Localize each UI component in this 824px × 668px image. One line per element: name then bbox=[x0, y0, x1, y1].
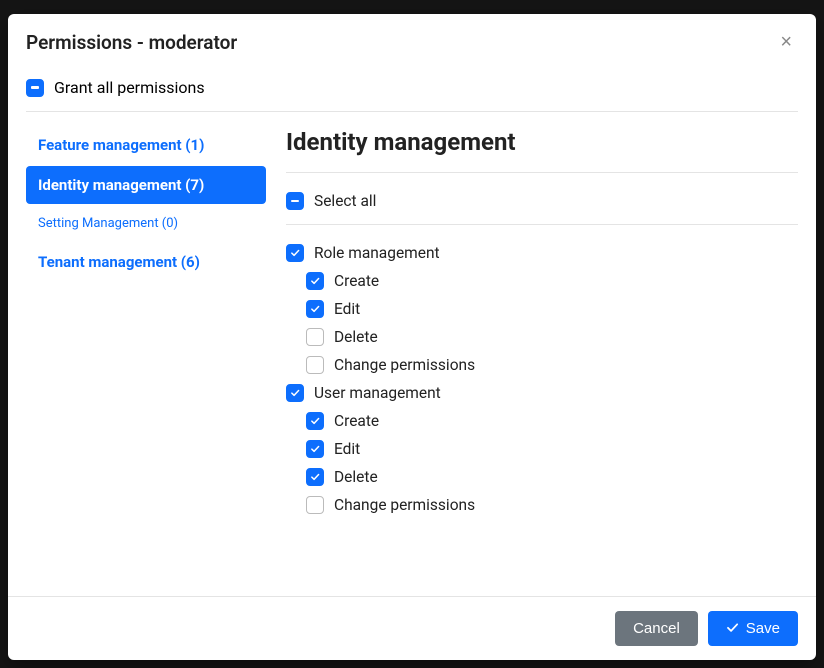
permission-child-row: Delete bbox=[286, 463, 798, 491]
permission-label: Delete bbox=[334, 468, 378, 486]
close-button[interactable]: × bbox=[774, 30, 798, 54]
permission-label: Create bbox=[334, 412, 379, 430]
permission-label: Change permissions bbox=[334, 496, 475, 514]
permission-child-row: Create bbox=[286, 267, 798, 295]
modal-body: Grant all permissions Feature management… bbox=[8, 68, 816, 596]
cancel-button[interactable]: Cancel bbox=[615, 611, 698, 646]
permission-child-row: Delete bbox=[286, 323, 798, 351]
grant-all-checkbox[interactable] bbox=[26, 79, 44, 97]
permission-checkbox[interactable] bbox=[306, 412, 324, 430]
tab-label: Setting Management (0) bbox=[38, 216, 178, 231]
modal-footer: Cancel Save bbox=[8, 596, 816, 660]
check-icon bbox=[726, 622, 740, 636]
permission-child-row: Edit bbox=[286, 435, 798, 463]
tab-item[interactable]: Setting Management (0) bbox=[26, 206, 266, 241]
permission-checkbox[interactable] bbox=[306, 356, 324, 374]
tab-item[interactable]: Feature management (1) bbox=[26, 126, 266, 164]
permission-child-row: Change permissions bbox=[286, 491, 798, 519]
select-all-row: Select all bbox=[286, 187, 798, 224]
tabs-sidebar: Feature management (1) Identity managemen… bbox=[26, 126, 266, 519]
modal-header: Permissions - moderator × bbox=[8, 14, 816, 68]
divider bbox=[286, 172, 798, 173]
permission-group-row: User management bbox=[286, 379, 798, 407]
select-all-checkbox[interactable] bbox=[286, 192, 304, 210]
permission-groups: Role management Create Edit Delete Change pe… bbox=[286, 239, 798, 519]
permission-child-row: Create bbox=[286, 407, 798, 435]
divider bbox=[286, 224, 798, 225]
permission-checkbox[interactable] bbox=[306, 328, 324, 346]
permission-label: Edit bbox=[334, 300, 360, 318]
permission-label: Change permissions bbox=[334, 356, 475, 374]
permission-label: Edit bbox=[334, 440, 360, 458]
permission-checkbox[interactable] bbox=[306, 496, 324, 514]
permission-checkbox[interactable] bbox=[306, 300, 324, 318]
modal-title: Permissions - moderator bbox=[26, 31, 237, 54]
permission-checkbox[interactable] bbox=[286, 384, 304, 402]
tab-item[interactable]: Identity management (7) bbox=[26, 166, 266, 204]
grant-all-label: Grant all permissions bbox=[54, 78, 205, 97]
tab-label: Feature management (1) bbox=[38, 136, 204, 154]
permission-group-row: Role management bbox=[286, 239, 798, 267]
permission-child-row: Change permissions bbox=[286, 351, 798, 379]
select-all-label: Select all bbox=[314, 192, 376, 210]
tab-item[interactable]: Tenant management (6) bbox=[26, 243, 266, 281]
permission-child-row: Edit bbox=[286, 295, 798, 323]
tab-label: Identity management (7) bbox=[38, 176, 204, 194]
save-label: Save bbox=[746, 620, 780, 637]
cancel-label: Cancel bbox=[633, 620, 680, 637]
close-icon: × bbox=[780, 31, 792, 53]
permission-label: Role management bbox=[314, 244, 440, 262]
permission-checkbox[interactable] bbox=[306, 440, 324, 458]
permission-label: User management bbox=[314, 384, 441, 402]
permission-checkbox[interactable] bbox=[306, 272, 324, 290]
tab-label: Tenant management (6) bbox=[38, 253, 200, 271]
permission-checkbox[interactable] bbox=[286, 244, 304, 262]
permission-label: Create bbox=[334, 272, 379, 290]
permissions-panel: Identity management Select all Role mana… bbox=[286, 126, 798, 519]
permission-label: Delete bbox=[334, 328, 378, 346]
permission-checkbox[interactable] bbox=[306, 468, 324, 486]
save-button[interactable]: Save bbox=[708, 611, 798, 646]
grant-all-row: Grant all permissions bbox=[26, 78, 798, 112]
panel-title: Identity management bbox=[286, 128, 798, 156]
permissions-modal: Permissions - moderator × Grant all perm… bbox=[8, 14, 816, 660]
